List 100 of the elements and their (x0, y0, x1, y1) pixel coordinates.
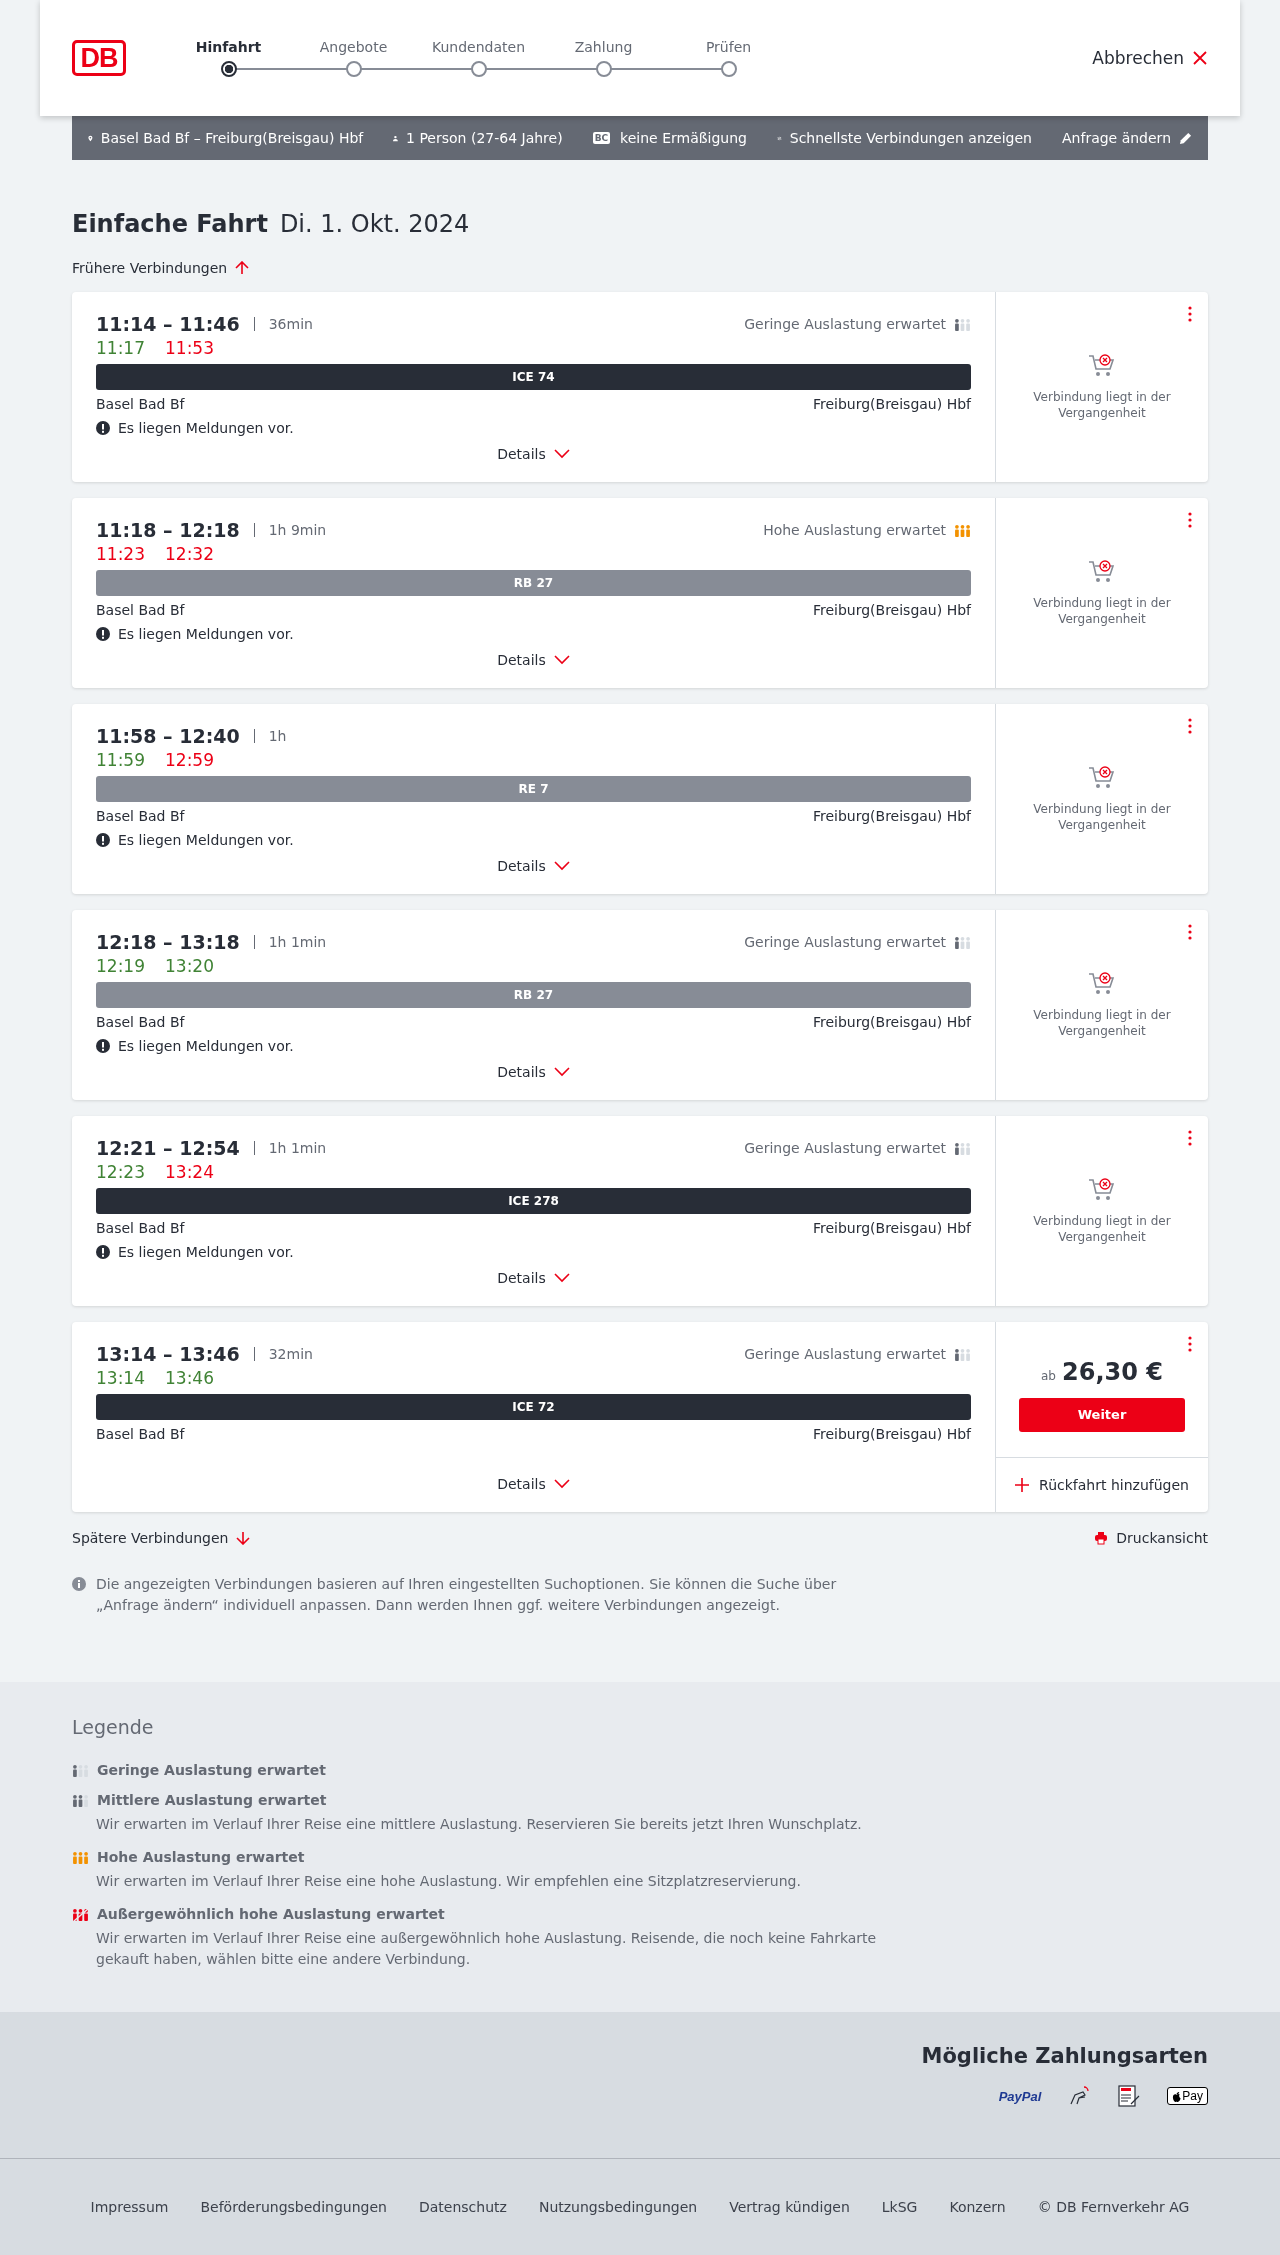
more-options-icon[interactable] (1188, 306, 1192, 322)
discount-text: keine Ermäßigung (620, 130, 747, 146)
later-connections-link[interactable]: Spätere Verbindungen (72, 1530, 251, 1546)
step-label: Kundendaten (431, 39, 525, 55)
duration-text: 1h (268, 728, 287, 744)
apple-pay-logo: Pay (1167, 2087, 1208, 2105)
warning-icon (96, 833, 110, 847)
actual-arrival: 11:53 (165, 338, 214, 358)
plus-icon (1015, 1478, 1030, 1492)
planned-time: 11:58 – 12:40 (96, 725, 240, 747)
message-text: Es liegen Meldungen vor. (118, 1038, 294, 1054)
add-return-button[interactable]: Rückfahrt hinzufügen (996, 1458, 1208, 1512)
duration-text: 36min (268, 316, 313, 332)
more-options-icon[interactable] (1188, 718, 1192, 734)
occupancy-icon (954, 523, 971, 537)
details-toggle[interactable]: Details (497, 446, 570, 462)
departure-station: Basel Bad Bf (96, 602, 185, 618)
step-label: Zahlung (574, 39, 633, 55)
planned-time: 11:18 – 12:18 (96, 519, 240, 541)
occupancy-icon (954, 1347, 971, 1361)
occupancy-icon (954, 1141, 971, 1155)
unavailable-text: Verbindung liegt in der Vergangenheit (1032, 801, 1172, 833)
apple-icon (1172, 2090, 1182, 2102)
details-toggle[interactable]: Details (497, 1476, 570, 1492)
more-options-icon[interactable] (1188, 512, 1192, 528)
edit-request-button[interactable]: Anfrage ändern (1062, 130, 1192, 146)
arrow-down-icon (236, 1531, 251, 1545)
arrival-station: Freiburg(Breisgau) Hbf (812, 1426, 971, 1442)
occupancy-icon (72, 1793, 89, 1807)
message-text: Es liegen Meldungen vor. (118, 626, 294, 642)
train-bar[interactable]: ICE 74 (96, 364, 971, 390)
details-toggle[interactable]: Details (497, 1270, 570, 1286)
cancel-button[interactable]: Abbrechen (1092, 48, 1208, 68)
earlier-connections-link[interactable]: Frühere Verbindungen (72, 260, 250, 276)
legend-item-title: Geringe Auslastung erwartet (97, 1762, 326, 1778)
footer-link[interactable]: Nutzungsbedingungen (538, 2199, 698, 2215)
chevron-down-icon (553, 1273, 570, 1283)
bahncard-badge: BC (592, 132, 611, 144)
more-options-icon[interactable] (1188, 1130, 1192, 1146)
notice-text: Die angezeigten Verbindungen basieren auf Ihren eingestellten Suchoptionen. Sie können die Suche über „Anfrage ändern“ individuell anpassen. Dann werden Ihnen ggf. weitere Verbindungen angezeigt. (96, 1575, 838, 1615)
actual-arrival: 13:46 (165, 1368, 214, 1388)
planned-time: 12:21 – 12:54 (96, 1137, 240, 1159)
actual-arrival: 13:24 (165, 1162, 214, 1182)
more-options-icon[interactable] (1188, 924, 1192, 940)
continue-button[interactable]: Weiter (1019, 1397, 1185, 1432)
legend-item-text: Wir erwarten im Verlauf Ihrer Reise eine außergewöhnlich hohe Auslastung. Reisende, die noch keine Fahrkarte gekauft haben, wählen bitte eine andere Verbindung. (96, 1929, 878, 1969)
option-text: Schnellste Verbindungen anzeigen (789, 130, 1032, 146)
unavailable-text: Verbindung liegt in der Vergangenheit (1032, 389, 1172, 421)
chevron-down-icon (553, 1067, 570, 1077)
departure-station: Basel Bad Bf (96, 1426, 185, 1442)
details-toggle[interactable]: Details (497, 858, 570, 874)
duration-text: 32min (268, 1346, 313, 1362)
db-logo[interactable]: DB (72, 40, 126, 76)
cart-unavailable-icon (1088, 765, 1116, 791)
occupancy-icon (72, 1907, 89, 1921)
occupancy-text: Geringe Auslastung erwartet (744, 934, 946, 950)
cart-unavailable-icon (1088, 971, 1116, 997)
actual-departure: 11:59 (96, 750, 145, 770)
print-view-link[interactable]: Druckansicht (1094, 1530, 1208, 1546)
cart-unavailable-icon (1088, 559, 1116, 585)
payment-title: Mögliche Zahlungsarten (921, 2044, 1208, 2068)
arrow-up-icon (235, 261, 250, 275)
footer-link[interactable]: LkSG (881, 2199, 918, 2215)
more-options-icon[interactable] (1188, 1336, 1192, 1352)
footer-link[interactable]: © DB Fernverkehr AG (1037, 2199, 1190, 2215)
planned-time: 11:14 – 11:46 (96, 313, 240, 335)
footer-link[interactable]: Datenschutz (419, 2199, 507, 2215)
price-text: 26,30 € (1062, 1357, 1163, 1386)
footer-link[interactable]: Beförderungsbedingungen (200, 2199, 387, 2215)
cart-unavailable-icon (1088, 1177, 1116, 1203)
paypal-logo: PayPal (998, 2088, 1042, 2104)
arrival-station: Freiburg(Breisgau) Hbf (812, 1220, 971, 1236)
actual-departure: 12:19 (96, 956, 145, 976)
occupancy-icon (954, 935, 971, 949)
train-bar[interactable]: ICE 278 (96, 1188, 971, 1214)
chevron-down-icon (553, 655, 570, 665)
departure-station: Basel Bad Bf (96, 1014, 185, 1030)
printer-icon (1094, 1531, 1109, 1545)
step-label: Prüfen (705, 39, 752, 55)
occupancy-icon (72, 1763, 89, 1777)
actual-departure: 11:17 (96, 338, 145, 358)
duration-text: 1h 1min (268, 1140, 327, 1156)
arrival-station: Freiburg(Breisgau) Hbf (812, 602, 971, 618)
message-text: Es liegen Meldungen vor. (118, 1244, 294, 1260)
train-bar[interactable]: ICE 72 (96, 1394, 971, 1420)
message-text: Es liegen Meldungen vor. (118, 832, 294, 848)
warning-icon (96, 627, 110, 641)
chevron-down-icon (553, 449, 570, 459)
footer-link[interactable]: Konzern (949, 2199, 1006, 2215)
details-toggle[interactable]: Details (497, 1064, 570, 1080)
details-toggle[interactable]: Details (497, 652, 570, 668)
departure-station: Basel Bad Bf (96, 808, 185, 824)
cart-unavailable-icon (1088, 353, 1116, 379)
footer-link[interactable]: Vertrag kündigen (729, 2199, 850, 2215)
legend-item-text: Wir erwarten im Verlauf Ihrer Reise eine hohe Auslastung. Wir empfehlen eine Sitzplatzreservierung. (96, 1872, 802, 1891)
departure-station: Basel Bad Bf (96, 1220, 185, 1236)
departure-station: Basel Bad Bf (96, 396, 185, 412)
actual-arrival: 12:32 (165, 544, 214, 564)
unavailable-text: Verbindung liegt in der Vergangenheit (1032, 1213, 1172, 1245)
footer-link[interactable]: Impressum (90, 2199, 169, 2215)
